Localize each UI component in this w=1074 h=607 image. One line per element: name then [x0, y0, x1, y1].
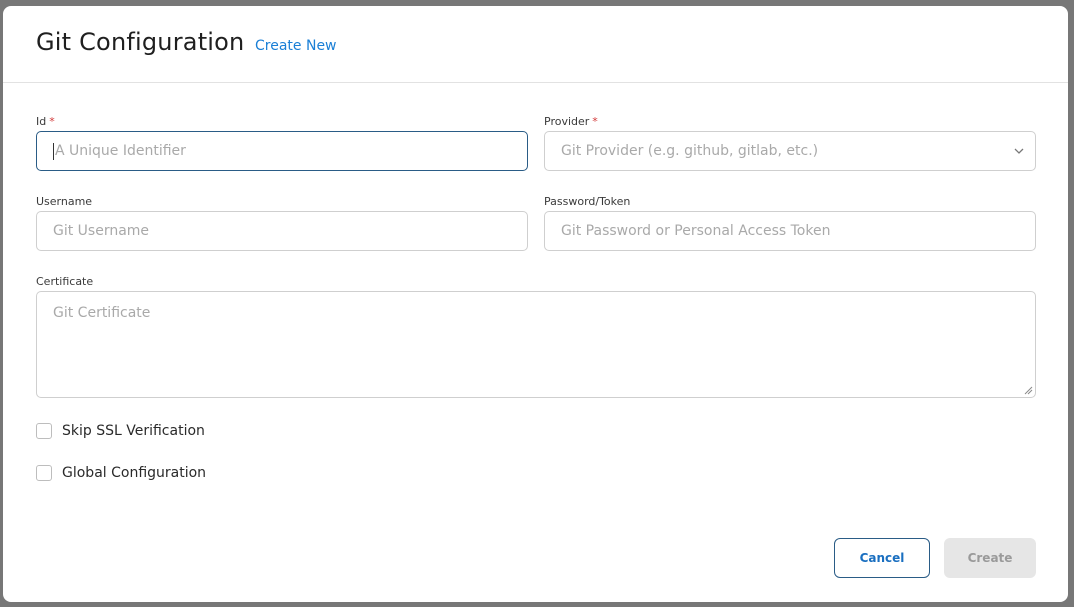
resize-grip-icon[interactable] [1023, 385, 1033, 395]
create-button[interactable]: Create [944, 538, 1036, 578]
username-input[interactable]: Git Username [36, 211, 528, 251]
password-input[interactable]: Git Password or Personal Access Token [544, 211, 1036, 251]
dialog-header: Git Configuration Create New [3, 6, 1068, 83]
provider-select-placeholder: Git Provider (e.g. github, gitlab, etc.) [561, 143, 819, 159]
username-label: Username [36, 195, 93, 208]
global-config-label[interactable]: Global Configuration [62, 465, 206, 481]
id-label-text: Id [36, 115, 47, 128]
required-marker: * [49, 115, 55, 128]
required-marker: * [592, 115, 598, 128]
username-input-placeholder: Git Username [53, 223, 150, 239]
chevron-down-icon [1014, 148, 1024, 154]
id-label: Id * [36, 115, 55, 128]
dialog-title: Git Configuration [36, 28, 245, 56]
create-new-link[interactable]: Create New [255, 38, 337, 54]
text-caret [53, 142, 54, 160]
global-config-checkbox[interactable] [36, 465, 52, 481]
id-input[interactable]: A Unique Identifier [36, 131, 528, 171]
password-input-placeholder: Git Password or Personal Access Token [561, 223, 831, 239]
certificate-textarea[interactable]: Git Certificate [36, 291, 1036, 398]
certificate-label: Certificate [36, 275, 94, 288]
password-label: Password/Token [544, 195, 631, 208]
skip-ssl-label[interactable]: Skip SSL Verification [62, 423, 205, 439]
provider-select[interactable]: Git Provider (e.g. github, gitlab, etc.) [544, 131, 1036, 171]
git-configuration-dialog: Git Configuration Create New Id * A Uniqu… [3, 6, 1068, 602]
certificate-textarea-placeholder: Git Certificate [53, 305, 151, 321]
global-config-row[interactable]: Global Configuration [36, 463, 206, 483]
skip-ssl-checkbox[interactable] [36, 423, 52, 439]
id-input-placeholder: A Unique Identifier [55, 143, 186, 159]
skip-ssl-row[interactable]: Skip SSL Verification [36, 421, 205, 441]
provider-label: Provider * [544, 115, 598, 128]
provider-label-text: Provider [544, 115, 590, 128]
cancel-button[interactable]: Cancel [834, 538, 930, 578]
